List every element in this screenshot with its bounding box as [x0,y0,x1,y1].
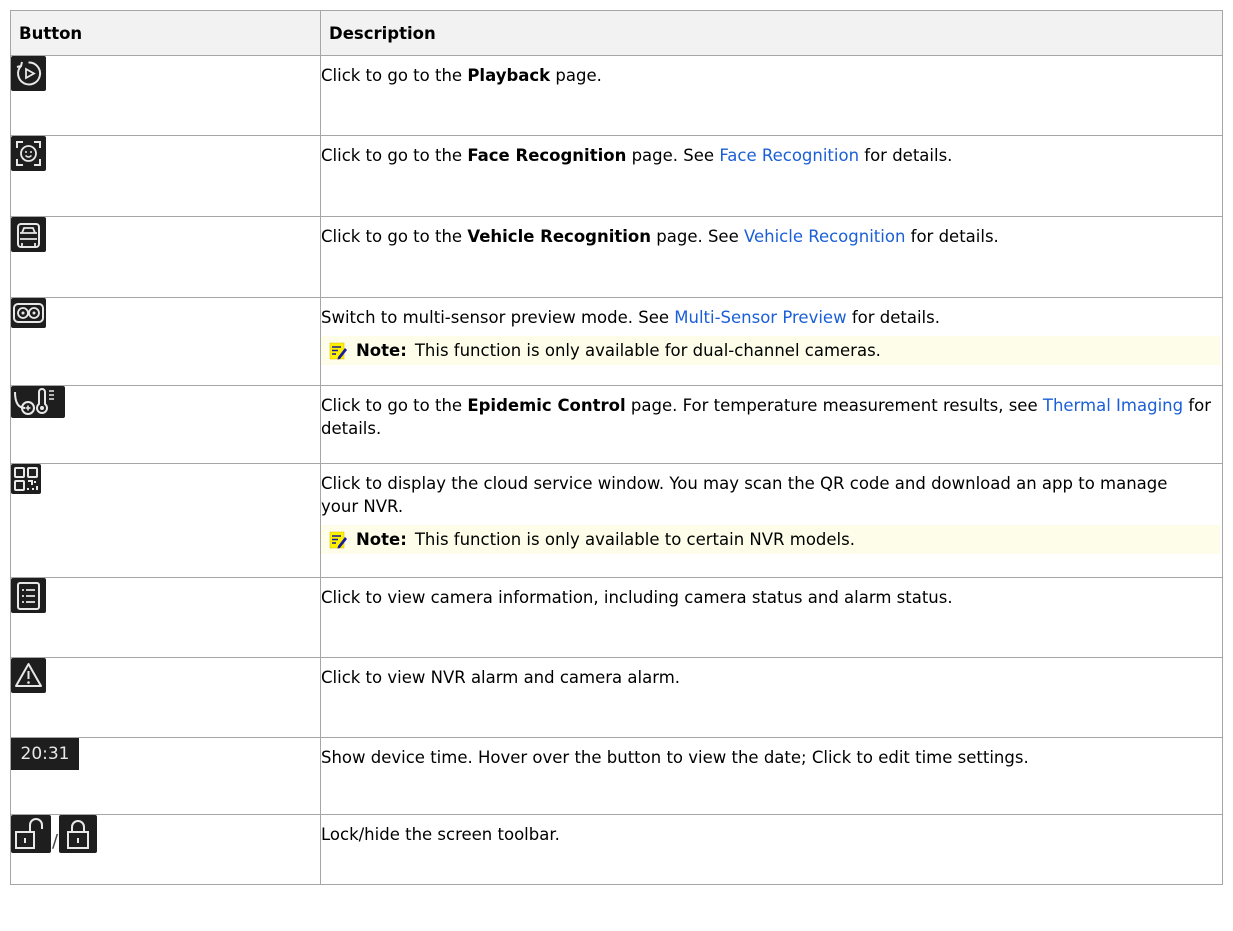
description-cell: Click to display the cloud service windo… [320,463,1223,578]
icon-cell: / [10,814,321,885]
lock-icons: / [11,815,320,853]
table-row: 20:31 Show device time. Hover over the b… [10,737,1223,815]
lock-separator: / [52,831,59,852]
table-row: Click to go to the Epidemic Control page… [10,385,1223,464]
thermometer-icon[interactable] [11,386,65,418]
description-cell: Switch to multi-sensor preview mode. See… [320,297,1223,386]
qr-code-icon[interactable] [11,464,41,494]
note-box: Note: This function is only available to… [321,525,1220,555]
note-box: Note: This function is only available fo… [321,336,1220,366]
list-icon[interactable] [11,578,46,613]
description-text: Switch to multi-sensor preview mode. See… [321,308,940,327]
description-text: Click to view camera information, includ… [321,588,953,607]
description-text: Click to go to the Epidemic Control page… [321,396,1212,439]
description-text: Lock/hide the screen toolbar. [321,825,560,844]
description-cell: Show device time. Hover over the button … [320,737,1223,815]
face-recognition-icon[interactable] [11,136,46,171]
header-button: Button [10,10,321,56]
multi-sensor-preview-link[interactable]: Multi-Sensor Preview [674,308,846,327]
time-display-button[interactable]: 20:31 [11,738,79,770]
icon-cell [10,55,321,136]
icon-cell [10,463,321,578]
description-cell: Click to go to the Vehicle Recognition p… [320,216,1223,298]
description-text: Click to go to the Vehicle Recognition p… [321,227,999,246]
description-text: Click to view NVR alarm and camera alarm… [321,668,681,687]
page-name: Playback [467,66,551,85]
playback-icon[interactable] [11,56,46,91]
note-text: This function is only available to certa… [414,530,855,550]
description-text: Show device time. Hover over the button … [321,748,1029,767]
table-row: Switch to multi-sensor preview mode. See… [10,297,1223,386]
unlock-icon[interactable] [11,815,51,853]
table-row: Click to go to the Face Recognition page… [10,135,1223,217]
description-cell: Click to go to the Playback page. [320,55,1223,136]
note-pencil-icon [329,342,347,360]
table-row: Click to go to the Vehicle Recognition p… [10,216,1223,298]
description-text: Click to display the cloud service windo… [321,474,1168,517]
icon-cell [10,385,321,464]
lock-icon[interactable] [59,815,98,853]
note-label: Note: [356,341,407,361]
description-cell: Click to go to the Face Recognition page… [320,135,1223,217]
description-cell: Click to go to the Epidemic Control page… [320,385,1223,464]
face-recognition-link[interactable]: Face Recognition [719,146,859,165]
icon-cell [10,216,321,298]
note-label: Note: [356,530,407,550]
table-row: Click to go to the Playback page. [10,55,1223,136]
table-row: Click to display the cloud service windo… [10,463,1223,578]
multi-sensor-icon[interactable] [11,298,46,328]
description-text: Click to go to the Playback page. [321,66,602,85]
icon-cell [10,657,321,738]
icon-cell [10,297,321,386]
table-row: Click to view camera information, includ… [10,577,1223,658]
header-description: Description [320,10,1223,56]
vehicle-recognition-icon[interactable] [11,217,46,252]
icon-cell: 20:31 [10,737,321,815]
description-cell: Click to view NVR alarm and camera alarm… [320,657,1223,738]
thermal-imaging-link[interactable]: Thermal Imaging [1043,396,1183,415]
description-text: Click to go to the Face Recognition page… [321,146,953,165]
description-cell: Click to view camera information, includ… [320,577,1223,658]
table-row: / Lock/hide the screen toolbar. [10,814,1223,885]
icon-cell [10,577,321,658]
table-row: Click to view NVR alarm and camera alarm… [10,657,1223,738]
note-pencil-icon [329,531,347,549]
vehicle-recognition-link[interactable]: Vehicle Recognition [744,227,905,246]
button-description-table: Button Description Click to go to the Pl… [10,10,1223,885]
table-header-row: Button Description [10,10,1223,56]
note-text: This function is only available for dual… [414,341,881,361]
description-cell: Lock/hide the screen toolbar. [320,814,1223,885]
alarm-warning-icon[interactable] [11,658,46,693]
icon-cell [10,135,321,217]
